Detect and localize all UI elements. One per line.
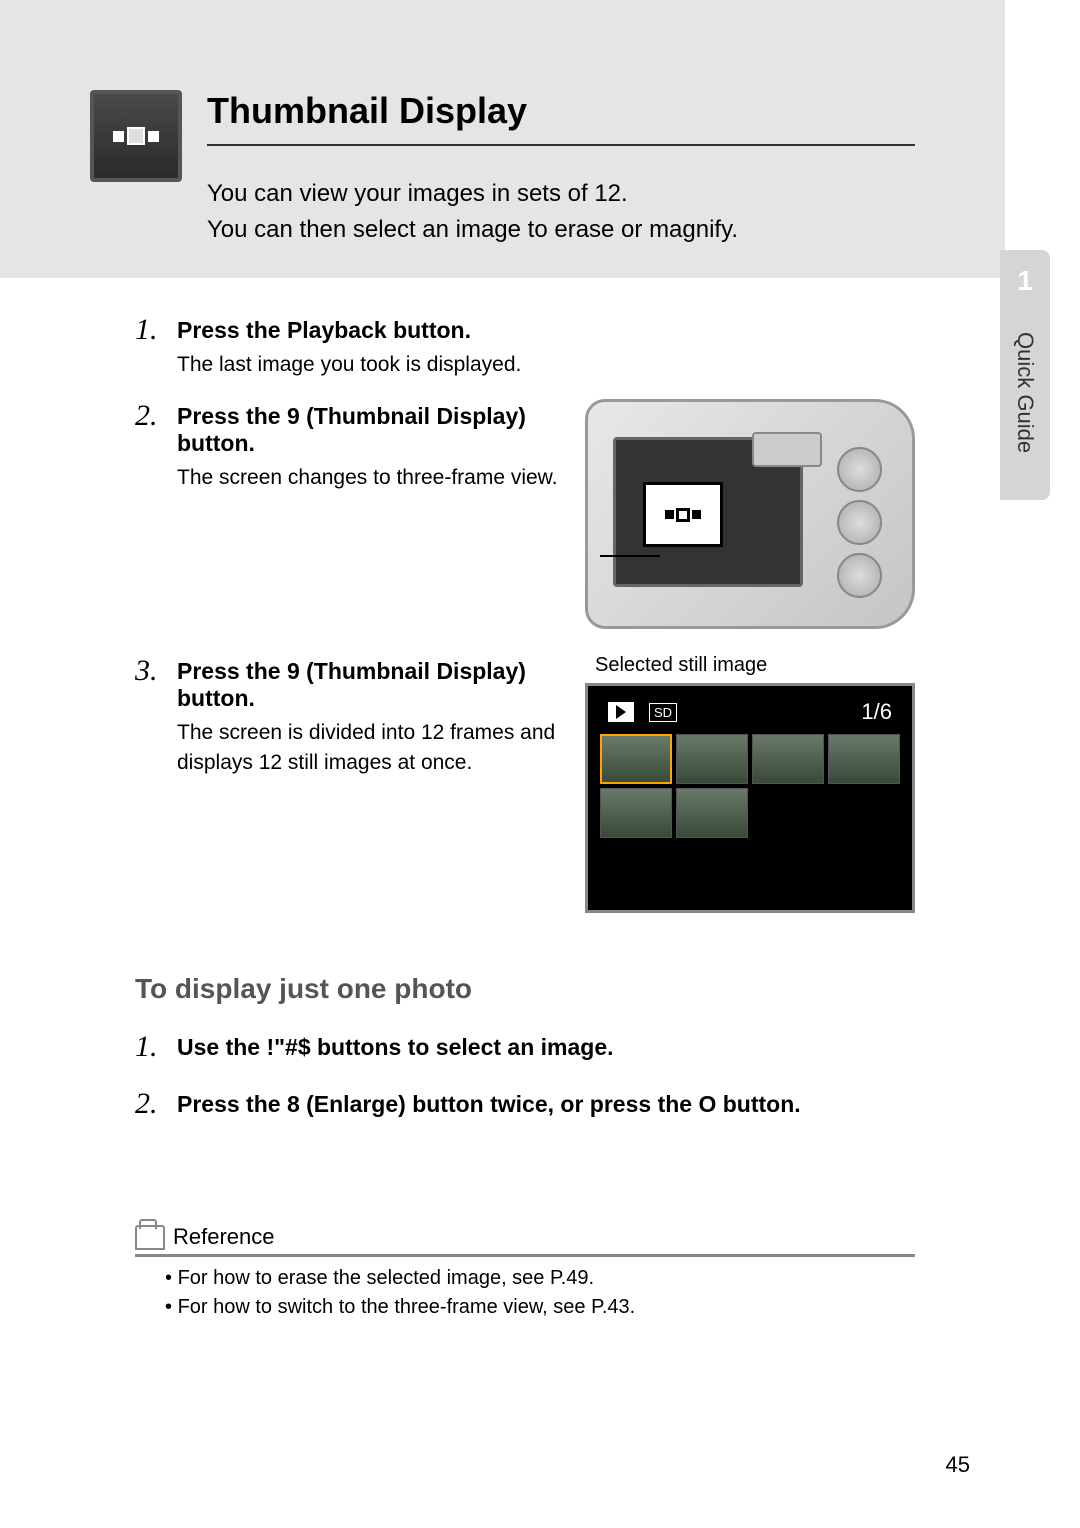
page-number: 45: [946, 1452, 970, 1478]
step-number: 2.: [135, 1087, 165, 1124]
folder-icon: [135, 1225, 165, 1250]
callout-arrow: [600, 555, 660, 557]
thumbnail: [676, 734, 748, 784]
main-content: 1. Press the Playback button. The last i…: [0, 278, 1005, 1319]
step-title: Press the Playback button.: [177, 317, 915, 344]
screenshot-caption: Selected still image: [595, 654, 915, 677]
reference-title: Reference: [173, 1224, 275, 1250]
thumbnail-button-callout: [643, 482, 723, 547]
step-number: 1.: [135, 313, 165, 379]
thumbnail: [828, 734, 900, 784]
chapter-number: 1: [1017, 265, 1033, 297]
camera-illustration: [585, 399, 915, 629]
step-title: Use the !"#$ buttons to select an image.: [177, 1034, 915, 1061]
thumbnail: [600, 788, 672, 838]
thumbnail: [752, 734, 824, 784]
step-description: The screen is divided into 12 frames and…: [177, 718, 560, 777]
thumbnail-grid: [596, 730, 904, 896]
step-2: 2. Press the 9 (Thumbnail Display) butto…: [135, 399, 560, 492]
thumbnail-display-icon: [90, 90, 182, 182]
step-title: Press the 9 (Thumbnail Display) button.: [177, 658, 560, 712]
step-description: The screen changes to three-frame view.: [177, 463, 560, 492]
step-number: 1.: [135, 1030, 165, 1067]
reference-section: Reference For how to erase the selected …: [135, 1224, 915, 1319]
reference-item: For how to switch to the three-frame vie…: [165, 1296, 915, 1319]
step-1: 1. Press the Playback button. The last i…: [135, 313, 915, 379]
chapter-tab: 1 Quick Guide: [1000, 250, 1050, 500]
section-title: Thumbnail Display: [207, 90, 915, 146]
sub-step-2: 2. Press the 8 (Enlarge) button twice, o…: [135, 1087, 915, 1124]
step-3: 3. Press the 9 (Thumbnail Display) butto…: [135, 654, 560, 777]
reference-item: For how to erase the selected image, see…: [165, 1267, 915, 1290]
image-counter: 1/6: [861, 699, 892, 725]
step-title: Press the 8 (Enlarge) button twice, or p…: [177, 1091, 915, 1118]
thumbnail: [676, 788, 748, 838]
sd-card-icon: SD: [649, 703, 677, 722]
step-title: Press the 9 (Thumbnail Display) button.: [177, 403, 560, 457]
step-description: The last image you took is displayed.: [177, 350, 915, 379]
intro-text-1: You can view your images in sets of 12.: [207, 176, 915, 212]
intro-text-2: You can then select an image to erase or…: [207, 212, 915, 248]
lcd-thumbnail-screenshot: SD 1/6: [585, 683, 915, 913]
step-number: 2.: [135, 399, 165, 492]
step-number: 3.: [135, 654, 165, 777]
manual-page: 1 Quick Guide Thumbnail Display You can …: [0, 0, 1080, 1528]
thumbnail-selected: [600, 734, 672, 784]
section-header: Thumbnail Display You can view your imag…: [0, 0, 1005, 278]
chapter-label: Quick Guide: [1012, 332, 1038, 453]
sub-step-1: 1. Use the !"#$ buttons to select an ima…: [135, 1030, 915, 1067]
subsection-title: To display just one photo: [135, 973, 915, 1005]
playback-icon: [608, 702, 634, 722]
